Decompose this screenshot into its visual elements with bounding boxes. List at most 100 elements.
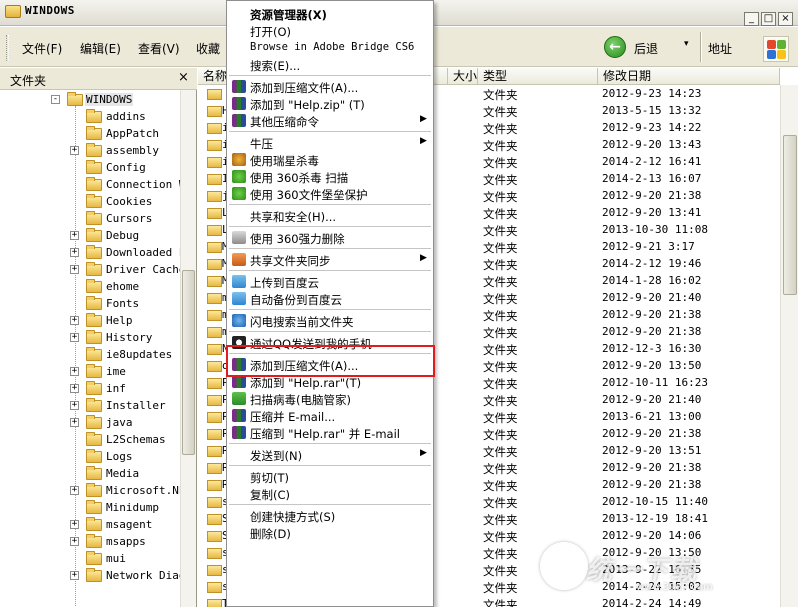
tree-item[interactable]: + History <box>0 330 180 347</box>
tree-item[interactable]: AppPatch <box>0 126 180 143</box>
tree-item[interactable]: + msapps <box>0 534 180 551</box>
folder-icon <box>207 361 222 372</box>
tree-item[interactable]: ie8updates <box>0 347 180 364</box>
tree-item[interactable]: + Help <box>0 313 180 330</box>
file-type: 文件夹 <box>483 377 518 391</box>
context-menu-item[interactable]: 创建快捷方式(S) <box>227 507 433 524</box>
expand-icon[interactable]: + <box>70 316 79 325</box>
file-modified-date: 2014-1-28 16:02 <box>602 274 702 287</box>
menu-favorites[interactable]: 收藏 <box>196 40 220 57</box>
tree-item[interactable]: Connection W <box>0 177 185 194</box>
menu-file[interactable]: 文件(F) <box>22 40 62 57</box>
tree-item[interactable]: + inf <box>0 381 180 398</box>
back-button[interactable]: ← 后退 ▾ <box>604 36 699 60</box>
context-menu-item[interactable]: Browse in Adobe Bridge CS6 <box>227 39 433 56</box>
expand-icon[interactable]: + <box>70 384 79 393</box>
column-type[interactable]: 类型 <box>478 68 598 85</box>
context-menu-item[interactable]: 发送到(N) ▶ <box>227 446 433 463</box>
file-list-scrollbar[interactable] <box>780 85 798 607</box>
column-modified[interactable]: 修改日期 <box>598 68 780 85</box>
tree-item-root[interactable]: - WINDOWS <box>0 92 180 109</box>
submenu-arrow-icon: ▶ <box>420 114 427 124</box>
scrollbar-thumb[interactable] <box>783 135 797 295</box>
column-size[interactable]: 大小 <box>448 68 478 85</box>
context-menu-item[interactable]: 复制(C) <box>227 485 433 502</box>
expand-icon[interactable]: + <box>70 146 79 155</box>
tree-item[interactable]: Media <box>0 466 180 483</box>
tree-item[interactable]: + Driver Cache <box>0 262 185 279</box>
expand-icon[interactable]: + <box>70 571 79 580</box>
menu-edit[interactable]: 编辑(E) <box>80 40 121 57</box>
tree-item[interactable]: + Microsoft.NET <box>0 483 192 500</box>
tree-item-label: Cursors <box>106 212 153 225</box>
expand-icon[interactable]: + <box>70 367 79 376</box>
tree-item[interactable]: Cursors <box>0 211 180 228</box>
context-menu-item[interactable]: 压缩到 "Help.rar" 并 E-mail <box>227 424 433 441</box>
tree-item[interactable]: + Installer <box>0 398 180 415</box>
context-menu-item[interactable]: 其他压缩命令 ▶ <box>227 112 433 129</box>
expand-icon[interactable]: + <box>70 418 79 427</box>
baidu-cloud-icon <box>232 292 246 305</box>
tree-item[interactable]: + msagent <box>0 517 180 534</box>
context-menu-item[interactable]: 添加到 "Help.zip" (T) <box>227 95 433 112</box>
context-menu-label: 扫描病毒(电脑管家) <box>250 393 351 407</box>
context-menu-item[interactable]: 删除(D) <box>227 524 433 541</box>
tree-item[interactable]: mui <box>0 551 180 568</box>
folder-tree-scrollbar[interactable] <box>180 90 196 607</box>
tree-item[interactable]: + java <box>0 415 180 432</box>
tree-item-label: WINDOWS <box>85 93 134 106</box>
tree-item[interactable]: + Network Diag <box>0 568 185 585</box>
context-menu-item[interactable]: 使用 360杀毒 扫描 <box>227 168 433 185</box>
expand-icon[interactable]: + <box>70 520 79 529</box>
tree-item[interactable]: + Downloaded P <box>0 245 185 262</box>
context-menu-item[interactable]: 牛压 ▶ <box>227 134 433 151</box>
tree-item[interactable]: + ime <box>0 364 180 381</box>
context-menu-item[interactable]: 共享和安全(H)... <box>227 207 433 224</box>
tree-item[interactable]: L2Schemas <box>0 432 180 449</box>
tree-item[interactable]: + assembly <box>0 143 180 160</box>
context-menu-label: 压缩到 "Help.rar" 并 E-mail <box>250 427 400 441</box>
file-modified-date: 2013-10-30 11:08 <box>602 223 708 236</box>
watermark: 统一下载 www.3987.com <box>540 540 775 600</box>
context-menu-item[interactable]: 扫描病毒(电脑管家) <box>227 390 433 407</box>
minimize-button[interactable]: _ <box>744 12 759 26</box>
context-menu-item[interactable]: 资源管理器(X) <box>227 5 433 22</box>
tree-item[interactable]: Cookies <box>0 194 180 211</box>
chevron-down-icon[interactable]: ▾ <box>684 39 689 49</box>
tree-item[interactable]: Logs <box>0 449 180 466</box>
expand-icon[interactable]: + <box>70 265 79 274</box>
maximize-button[interactable]: □ <box>761 12 776 26</box>
tree-item[interactable]: ehome <box>0 279 180 296</box>
context-menu-item[interactable]: 压缩并 E-mail... <box>227 407 433 424</box>
expand-icon[interactable]: + <box>70 231 79 240</box>
file-modified-date: 2013-6-21 13:00 <box>602 410 702 423</box>
expand-icon[interactable]: + <box>70 401 79 410</box>
context-menu-item[interactable]: 上传到百度云 <box>227 273 433 290</box>
file-type: 文件夹 <box>483 547 518 561</box>
tree-item[interactable]: addins <box>0 109 180 126</box>
context-menu-item[interactable]: 打开(O) <box>227 22 433 39</box>
menu-view[interactable]: 查看(V) <box>138 40 180 57</box>
tree-item[interactable]: Config <box>0 160 180 177</box>
file-modified-date: 2012-9-20 21:38 <box>602 461 702 474</box>
expand-icon[interactable]: + <box>70 486 79 495</box>
tree-item[interactable]: Fonts <box>0 296 180 313</box>
context-menu-item[interactable]: 自动备份到百度云 <box>227 290 433 307</box>
expand-icon[interactable]: + <box>70 537 79 546</box>
tree-item[interactable]: Minidump <box>0 500 180 517</box>
context-menu-item[interactable]: 使用 360文件堡垒保护 <box>227 185 433 202</box>
expand-icon[interactable]: + <box>70 333 79 342</box>
context-menu-item[interactable]: 添加到压缩文件(A)... <box>227 78 433 95</box>
collapse-icon[interactable]: - <box>51 95 60 104</box>
scrollbar-thumb[interactable] <box>182 270 195 455</box>
context-menu-item[interactable]: 使用 360强力删除 <box>227 229 433 246</box>
tree-item[interactable]: + Debug <box>0 228 180 245</box>
context-menu-item[interactable]: 闪电搜索当前文件夹 <box>227 312 433 329</box>
context-menu-item[interactable]: 使用瑞星杀毒 <box>227 151 433 168</box>
context-menu-item[interactable]: 剪切(T) <box>227 468 433 485</box>
context-menu-item[interactable]: 共享文件夹同步 ▶ <box>227 251 433 268</box>
expand-icon[interactable]: + <box>70 248 79 257</box>
close-button[interactable]: × <box>778 12 793 26</box>
folder-pane-close-icon[interactable]: × <box>178 70 189 85</box>
context-menu-item[interactable]: 搜索(E)... <box>227 56 433 73</box>
